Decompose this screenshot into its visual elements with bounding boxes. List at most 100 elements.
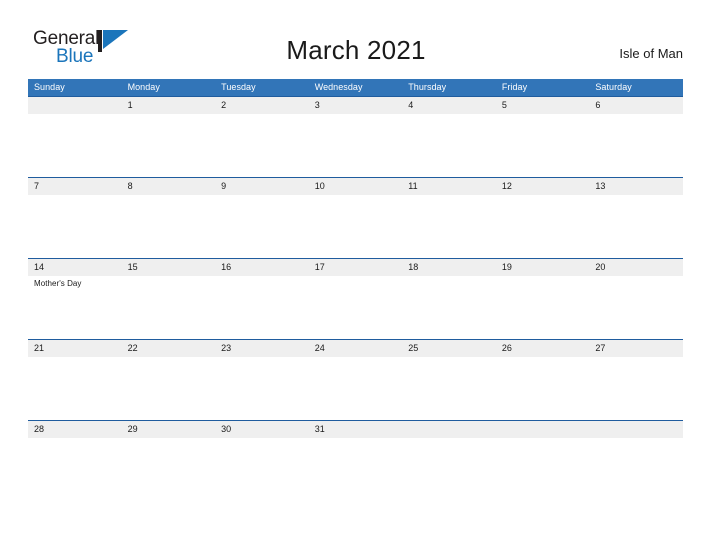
day-events xyxy=(221,357,309,360)
day-number: 3 xyxy=(314,100,320,110)
day-events xyxy=(128,276,216,279)
day-number: 15 xyxy=(127,262,138,272)
day-events xyxy=(595,438,683,441)
day-events xyxy=(221,438,309,441)
day-cell[interactable]: 3 xyxy=(309,97,403,177)
day-events xyxy=(34,357,122,360)
day-cell[interactable]: 30 xyxy=(215,421,309,501)
week-row: 28 29 30 31 xyxy=(28,420,683,501)
day-events xyxy=(315,114,403,117)
weekday-header-monday: Monday xyxy=(127,82,160,92)
weekday-header-friday: Friday xyxy=(501,82,528,92)
day-events xyxy=(502,357,590,360)
day-number: 25 xyxy=(408,343,419,353)
day-cell[interactable]: 8 xyxy=(122,178,216,258)
day-cell[interactable]: 31 xyxy=(309,421,403,501)
day-number: 16 xyxy=(221,262,232,272)
day-cell[interactable]: 23 xyxy=(215,340,309,420)
day-events xyxy=(408,114,496,117)
day-cell[interactable]: 9 xyxy=(215,178,309,258)
day-cell[interactable]: 18 xyxy=(402,259,496,339)
day-events xyxy=(408,195,496,198)
day-number xyxy=(502,421,590,438)
day-cell[interactable]: 21 xyxy=(28,340,122,420)
day-number: 21 xyxy=(34,343,45,353)
page-header: General Blue March 2021 Isle of Man xyxy=(0,0,712,79)
day-cell[interactable]: 14 Mother's Day xyxy=(28,259,122,339)
day-number: 12 xyxy=(501,181,512,191)
day-cell[interactable]: 16 xyxy=(215,259,309,339)
day-cell[interactable] xyxy=(402,421,496,501)
page-title: March 2021 xyxy=(286,35,426,65)
day-number: 29 xyxy=(127,424,138,434)
day-cell[interactable]: 4 xyxy=(402,97,496,177)
week-row: 7 8 9 10 11 12 13 xyxy=(28,177,683,258)
location-label: Isle of Man xyxy=(619,46,683,61)
day-events xyxy=(34,114,122,117)
day-events xyxy=(128,114,216,117)
week-row: 21 22 23 24 25 26 27 xyxy=(28,339,683,420)
day-cell[interactable]: 5 xyxy=(496,97,590,177)
day-cell[interactable]: 15 xyxy=(122,259,216,339)
day-number: 13 xyxy=(595,181,606,191)
day-number xyxy=(408,421,496,438)
day-number: 4 xyxy=(408,100,414,110)
day-cell[interactable]: 29 xyxy=(122,421,216,501)
day-cell[interactable] xyxy=(28,97,122,177)
day-events xyxy=(595,276,683,279)
day-events xyxy=(315,357,403,360)
day-cell[interactable] xyxy=(589,421,683,501)
day-events xyxy=(34,438,122,441)
day-events xyxy=(595,195,683,198)
day-cell[interactable]: 11 xyxy=(402,178,496,258)
day-cell[interactable]: 28 xyxy=(28,421,122,501)
day-cell[interactable]: 6 xyxy=(589,97,683,177)
week-row: 1 2 3 4 5 6 xyxy=(28,96,683,177)
day-cell[interactable]: 17 xyxy=(309,259,403,339)
day-number: 17 xyxy=(314,262,325,272)
day-events xyxy=(315,438,403,441)
week-day-cells: 21 22 23 24 25 26 27 xyxy=(28,340,683,420)
day-events xyxy=(408,276,496,279)
day-cell[interactable]: 13 xyxy=(589,178,683,258)
weekday-header-tuesday: Tuesday xyxy=(221,82,256,92)
day-cell[interactable]: 26 xyxy=(496,340,590,420)
day-events xyxy=(408,357,496,360)
day-cell[interactable]: 7 xyxy=(28,178,122,258)
day-number: 9 xyxy=(221,181,227,191)
day-number: 24 xyxy=(314,343,325,353)
day-cell[interactable]: 20 xyxy=(589,259,683,339)
calendar-page: General Blue March 2021 Isle of Man Sund… xyxy=(0,0,712,550)
day-number: 8 xyxy=(127,181,133,191)
week-day-cells: 7 8 9 10 11 12 13 xyxy=(28,178,683,258)
day-cell[interactable]: 24 xyxy=(309,340,403,420)
day-number: 18 xyxy=(408,262,419,272)
day-cell[interactable]: 2 xyxy=(215,97,309,177)
day-cell[interactable]: 10 xyxy=(309,178,403,258)
day-events xyxy=(128,195,216,198)
day-number: 14 xyxy=(34,262,45,272)
day-cell[interactable]: 22 xyxy=(122,340,216,420)
day-number: 30 xyxy=(221,424,232,434)
day-events xyxy=(408,438,496,441)
day-cell[interactable]: 25 xyxy=(402,340,496,420)
day-number: 19 xyxy=(501,262,512,272)
day-number: 27 xyxy=(595,343,606,353)
day-number: 26 xyxy=(501,343,512,353)
day-number: 2 xyxy=(221,100,227,110)
day-events xyxy=(128,438,216,441)
day-events xyxy=(221,276,309,279)
day-cell[interactable]: 19 xyxy=(496,259,590,339)
weekday-header-row: Sunday Monday Tuesday Wednesday Thursday… xyxy=(28,79,683,96)
day-cell[interactable]: 27 xyxy=(589,340,683,420)
day-events xyxy=(221,114,309,117)
day-number: 22 xyxy=(127,343,138,353)
weekday-header-thursday: Thursday xyxy=(408,82,447,92)
day-cell[interactable] xyxy=(496,421,590,501)
day-number: 5 xyxy=(501,100,507,110)
day-events xyxy=(595,357,683,360)
day-events xyxy=(595,114,683,117)
day-number: 31 xyxy=(314,424,325,434)
day-cell[interactable]: 12 xyxy=(496,178,590,258)
day-cell[interactable]: 1 xyxy=(122,97,216,177)
